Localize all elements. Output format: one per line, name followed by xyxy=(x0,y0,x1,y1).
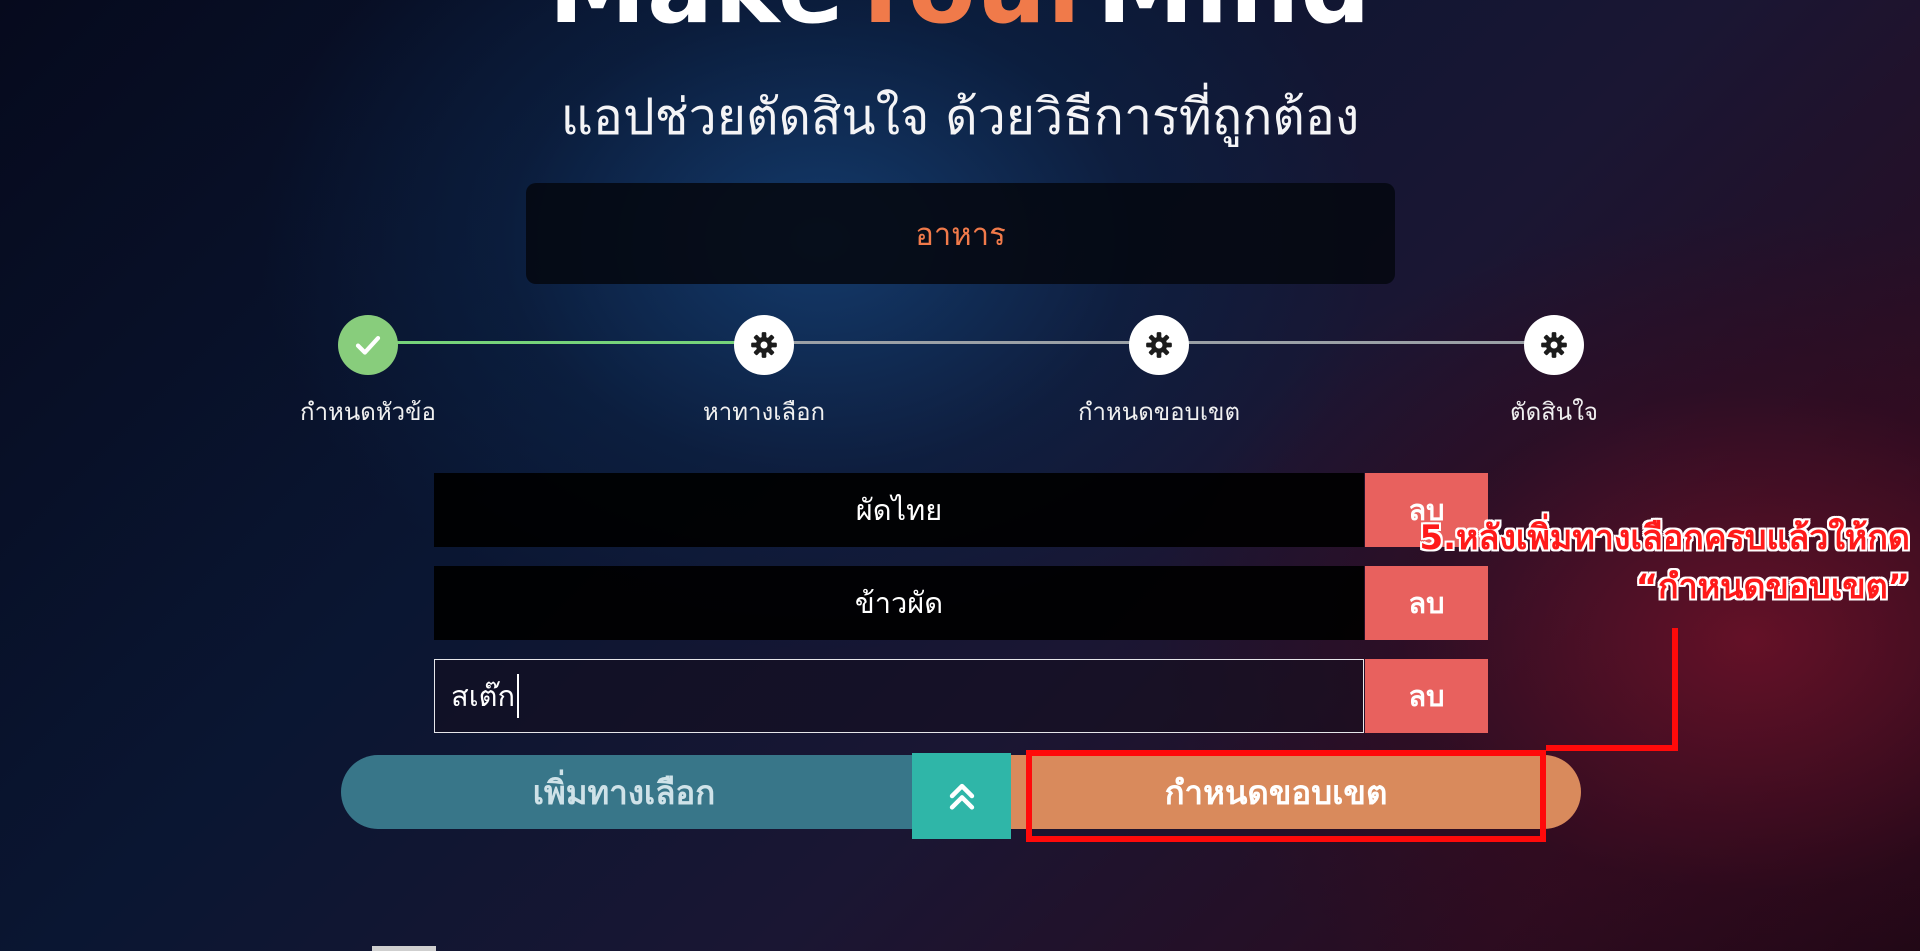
scroll-indicator xyxy=(372,946,436,951)
chevron-double-up-icon xyxy=(949,783,974,810)
delete-option-button[interactable]: ลบ xyxy=(1365,659,1488,733)
app-subtitle: แอปช่วยตัดสินใจ ด้วยวิธีการที่ถูกต้อง xyxy=(560,88,1360,146)
step-2-label: หาทางเลือก xyxy=(702,398,826,426)
annotation-line-1: 5.หลังเพิ่มทางเลือกครบแล้วให้กด xyxy=(1419,518,1910,558)
text-caret xyxy=(517,674,520,718)
logo-part-make: Make xyxy=(548,0,845,46)
add-option-label: เพิ่มทางเลือก xyxy=(532,772,716,812)
option-input-active[interactable]: สเต๊ก xyxy=(434,659,1364,733)
step-3-dot xyxy=(1129,315,1189,375)
add-option-button[interactable]: เพิ่มทางเลือก xyxy=(341,755,981,829)
topic-text: อาหาร xyxy=(915,216,1006,253)
step-4-label: ตัดสินใจ xyxy=(1509,398,1598,426)
option-text: ข้าวผัด xyxy=(854,586,944,620)
set-boundary-button[interactable]: กำหนดขอบเขต xyxy=(1011,755,1581,829)
gear-icon xyxy=(1146,332,1172,358)
step-1-label: กำหนดหัวข้อ xyxy=(300,398,436,426)
check-icon xyxy=(355,336,381,355)
option-field[interactable]: ข้าวผัด xyxy=(434,566,1364,640)
option-field[interactable]: ผัดไทย xyxy=(434,473,1364,547)
app-logo: MakeYourMind xyxy=(0,0,1920,38)
logo-part-your: Your xyxy=(845,0,1096,46)
annotation-line-2: “กำหนดขอบเขต” xyxy=(1635,567,1910,608)
stepper-line-complete xyxy=(368,341,734,344)
scroll-up-button[interactable] xyxy=(912,753,1011,839)
step-1-dot xyxy=(338,315,398,375)
topic-display: อาหาร xyxy=(526,183,1395,284)
option-input-text: สเต๊ก xyxy=(451,679,516,713)
set-boundary-label: กำหนดขอบเขต xyxy=(1164,772,1388,812)
tutorial-annotation: 5.หลังเพิ่มทางเลือกครบแล้วให้กด “กำหนดขอ… xyxy=(1320,514,1910,613)
gear-icon xyxy=(751,332,777,358)
step-2-dot xyxy=(734,315,794,375)
option-row: สเต๊ก ลบ xyxy=(434,659,1488,733)
option-text: ผัดไทย xyxy=(855,493,943,527)
logo-part-mind: Mind xyxy=(1097,0,1372,46)
gear-icon xyxy=(1541,332,1567,358)
step-4-dot xyxy=(1524,315,1584,375)
step-3-label: กำหนดขอบเขต xyxy=(1077,398,1241,426)
